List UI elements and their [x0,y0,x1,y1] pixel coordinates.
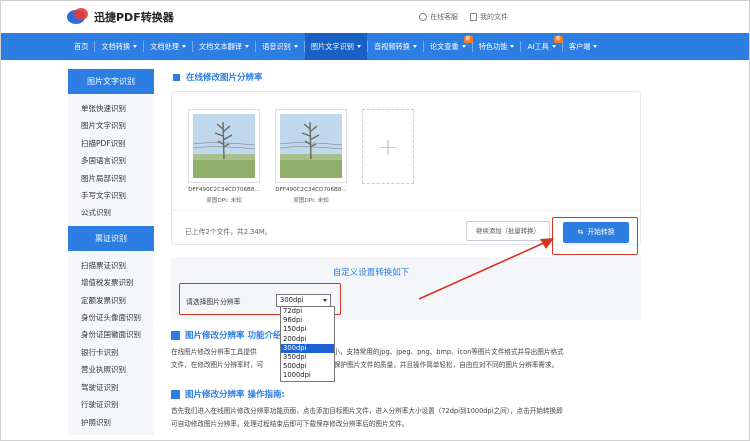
sidebar-item[interactable]: 身份证国徽面识别 [68,326,154,343]
sidebar-item[interactable]: 扫描票证识别 [68,257,154,274]
settings-panel: 自定义设置转换如下 请选择图片分辨率 300dpi [171,257,641,320]
sidebar-item[interactable]: 驾驶证识别 [68,379,154,396]
logo-text: 迅捷PDF转换器 [94,11,174,24]
chevron-down-icon [133,45,138,48]
chevron-down-icon [510,45,515,48]
logo[interactable]: 迅捷PDF转换器 [67,8,174,26]
chevron-down-icon [593,45,598,48]
sidebar-section-title: 票证识别 [68,225,154,251]
header: 迅捷PDF转换器 在线客服 我的文件 [1,1,749,33]
sidebar-item[interactable]: 图片文字识别 [68,117,154,134]
resolution-option[interactable]: 350dpi [281,353,334,362]
section-title: 图片修改分辨率 功能介绍 [171,328,641,342]
upload-footer: 已上传2个文件，共2.34M。 继续添加（批量转换） ⇆ 开始转换 [172,210,642,255]
sidebar-item[interactable]: 单张快速识别 [68,100,154,117]
nav-item[interactable]: 首页 [68,33,94,60]
plus-icon: + [377,132,399,161]
image-preview-icon [280,114,342,178]
nav-item[interactable]: 文档文本翻译 [193,33,255,60]
customer-service-link[interactable]: 在线客服 [419,12,458,22]
nav-item[interactable]: 文档转换 [95,33,143,60]
sidebar-item[interactable]: 银行卡识别 [68,344,154,361]
intro-paragraph: 在线图片修改分辨率工具提供 大小，支持常用的jpg、jpeg、png、bmp、ic… [171,348,564,369]
continue-add-button[interactable]: 继续添加（批量转换） [466,221,550,241]
page-title: 在线修改图片分辨率 [171,69,641,85]
chevron-down-icon [461,45,466,48]
page: 迅捷PDF转换器 在线客服 我的文件 首页 文档转换 文档处理 文档文本翻译 语音识别图… [0,0,750,441]
file-thumbnail[interactable] [188,109,260,183]
resolution-option[interactable]: 72dpi [281,307,334,316]
resolution-option[interactable]: 96dpi [281,316,334,325]
file-dpi: 原图DPI: 未知 [293,198,329,204]
chevron-down-icon [293,45,298,48]
chevron-down-icon [181,45,186,48]
logo-icon [67,8,89,26]
nav-item[interactable]: 语音识别 [256,33,304,60]
resolution-option[interactable]: 500dpi [281,362,334,371]
section-marker-icon [171,330,180,340]
sidebar: 图片文字识别 单张快速识别 图片文字识别 扫描PDF识别 多国语言识别 图片局部识别 手写… [68,69,154,435]
swap-icon: ⇆ [577,228,584,236]
file-thumbnail[interactable] [275,109,347,183]
nav-item[interactable]: 客户端 [563,33,604,60]
start-convert-button[interactable]: ⇆ 开始转换 [563,222,629,243]
my-files-link[interactable]: 我的文件 [470,12,508,22]
sidebar-section-title: 图片文字识别 [68,69,154,94]
resolution-dropdown: 72dpi 96dpi 150dpi 200dpi 300dpi 350dpi 500dpi… [280,306,335,382]
file-name: DFF490C2C34CD706B8... [188,187,260,193]
converter-panel: 在线修改图片分辨率 DFF490C2C34CD706B8... 原图DPI: 未… [171,69,642,320]
add-file-button[interactable]: + [362,109,414,184]
guide-section: 图片修改分辨率 操作指南: 首先我们进入在线图片修改分辨率功能页面，点击添加目标… [171,387,641,430]
sidebar-item[interactable]: 行驶证识别 [68,396,154,413]
file-dpi: 原图DPI: 未知 [206,198,242,204]
intro-section: 图片修改分辨率 功能介绍 在线图片修改分辨率工具提供 大小，支持常用的jpg、jp… [171,328,641,371]
guide-paragraph: 首先我们进入在线图片修改分辨率功能页面，点击添加目标图片文件，进入分辨率大小设置… [171,407,563,428]
sidebar-item[interactable]: 图片局部识别 [68,170,154,187]
sidebar-item[interactable]: 定额发票识别 [68,292,154,309]
resolution-option[interactable]: 200dpi [281,335,334,344]
sidebar-item[interactable]: 公式识别 [68,204,154,221]
resolution-option[interactable]: 150dpi [281,325,334,334]
chevron-down-icon [412,45,417,48]
sidebar-item[interactable]: 多国语言识别 [68,152,154,169]
resolution-option[interactable]: 1000dpi [281,371,334,380]
sidebar-item[interactable]: 增值税发票识别 [68,274,154,291]
section-marker-icon [171,389,180,399]
file-name: DFF490C2C34CD706B8... [275,187,347,193]
resolution-label: 请选择图片分辨率 [186,298,241,306]
title-marker-icon [173,73,180,81]
nav-item[interactable]: 文档处理 [144,33,192,60]
nav-item[interactable]: 图片文字识别 [304,33,367,60]
resolution-option[interactable]: 300dpi [281,343,334,354]
chevron-down-icon [245,45,250,48]
upload-count: 已上传2个文件，共2.34M。 [185,228,272,236]
sidebar-item[interactable]: 手写文字识别 [68,187,154,204]
file-icon [470,13,477,21]
section-title: 图片修改分辨率 操作指南: [171,387,641,401]
nav-item[interactable]: 特色功能 [473,33,521,60]
headset-icon [419,13,427,21]
nav-item[interactable]: AI工具新 [521,33,563,60]
chevron-down-icon [356,45,361,48]
new-badge: 新 [463,36,473,43]
sidebar-item[interactable]: 护照识别 [68,414,154,431]
nav-item[interactable]: 音视频转换 [368,33,423,60]
chevron-down-icon [323,299,327,302]
main-nav: 首页 文档转换 文档处理 文档文本翻译 语音识别 图片文字识别 音视频转换 论文查重新特色功能… [1,33,749,60]
upload-area: DFF490C2C34CD706B8... 原图DPI: 未知 DFF490C2… [171,91,642,255]
new-badge: 新 [553,36,563,43]
image-preview-icon [193,114,255,178]
nav-item[interactable]: 论文查重新 [424,33,473,60]
sidebar-item[interactable]: 营业执照识别 [68,361,154,378]
chevron-down-icon [551,45,556,48]
sidebar-item[interactable]: 身份证头像面识别 [68,309,154,326]
settings-title: 自定义设置转换如下 [332,268,410,278]
sidebar-item[interactable]: 扫描PDF识别 [68,135,154,152]
